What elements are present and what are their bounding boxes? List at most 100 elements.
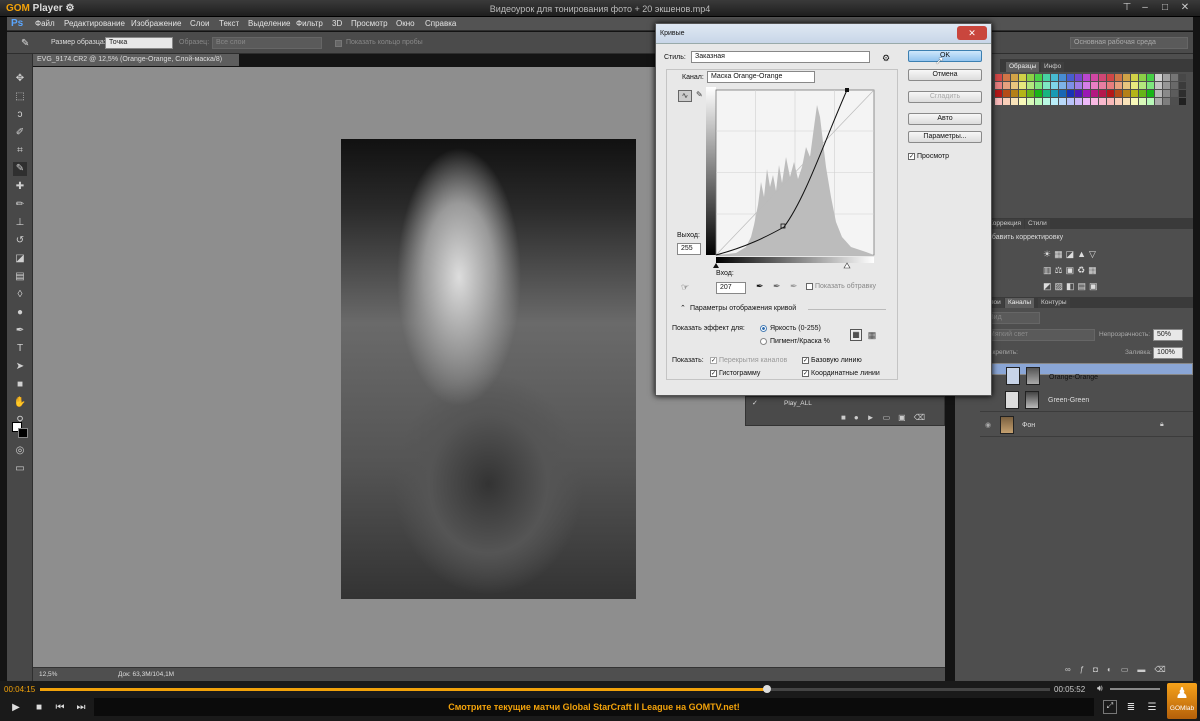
background-color-swatch[interactable] (18, 428, 28, 438)
path-select-tool-icon[interactable]: ➤ (13, 360, 27, 374)
document-tab[interactable]: EVG_9174.CR2 @ 12,5% (Orange-Orange, Сло… (33, 54, 239, 66)
volume-slider[interactable] (1110, 688, 1160, 690)
channel-select[interactable]: Маска Orange-Orange (707, 71, 815, 83)
swatch[interactable] (1171, 98, 1178, 105)
swatch[interactable] (1131, 74, 1138, 81)
show-clipping-checkbox[interactable] (806, 283, 813, 290)
swatch[interactable] (1043, 98, 1050, 105)
curve-edit-icon[interactable]: ∿ (678, 90, 692, 102)
menu-view[interactable]: Просмотр (351, 19, 388, 28)
eraser-tool-icon[interactable]: ◪ (13, 252, 27, 266)
swatch[interactable] (1003, 90, 1010, 97)
swatch[interactable] (1083, 90, 1090, 97)
swatch[interactable] (1155, 90, 1162, 97)
swatch[interactable] (1035, 98, 1042, 105)
ticker-text[interactable]: Смотрите текущие матчи Global StarCraft … (94, 698, 1094, 716)
swatch[interactable] (1011, 90, 1018, 97)
menu-edit[interactable]: Редактирование (64, 19, 125, 28)
shape-tool-icon[interactable]: ■ (13, 378, 27, 392)
ring-checkbox[interactable] (335, 40, 342, 47)
prev-icon[interactable]: ⏮ (53, 702, 67, 714)
swatch[interactable] (1179, 98, 1186, 105)
swatch[interactable] (1075, 74, 1082, 81)
gray-eyedropper-icon[interactable]: ✒ (773, 281, 781, 292)
layer-row[interactable]: Orange-Orange (980, 363, 1193, 385)
swatch[interactable] (1059, 90, 1066, 97)
swatch[interactable] (1115, 82, 1122, 89)
layer-row[interactable]: Green-Green (980, 388, 1193, 412)
swatch[interactable] (1011, 74, 1018, 81)
input-input[interactable]: 207 (716, 282, 746, 294)
menu-3d[interactable]: 3D (332, 19, 342, 28)
swatch[interactable] (1035, 74, 1042, 81)
swatch[interactable] (1035, 82, 1042, 89)
swatch[interactable] (1075, 90, 1082, 97)
hand-tool-icon[interactable]: ✋ (13, 396, 27, 410)
swatch[interactable] (1179, 82, 1186, 89)
swatch[interactable] (1099, 98, 1106, 105)
blur-tool-icon[interactable]: ◊ (13, 288, 27, 302)
swatch[interactable] (1003, 74, 1010, 81)
tab-swatches[interactable]: Образцы (1006, 62, 1040, 72)
action-controls[interactable]: ■●►▭▣⌫ (841, 413, 933, 422)
minimize-icon[interactable]: – (1138, 2, 1152, 14)
swatch[interactable] (1115, 90, 1122, 97)
swatch[interactable] (1051, 98, 1058, 105)
swatch[interactable] (1059, 82, 1066, 89)
swatch[interactable] (995, 98, 1002, 105)
swatch[interactable] (1099, 90, 1106, 97)
tab-info[interactable]: Инфо (1041, 62, 1065, 72)
swatch[interactable] (1035, 90, 1042, 97)
next-icon[interactable]: ⏭ (74, 702, 88, 714)
fill-input[interactable]: 100% (1153, 347, 1183, 359)
swatch[interactable] (1155, 82, 1162, 89)
swatch[interactable] (1155, 74, 1162, 81)
swatch[interactable] (1051, 82, 1058, 89)
swatch[interactable] (995, 90, 1002, 97)
pin-icon[interactable]: ⊤ (1120, 2, 1134, 14)
menu-help[interactable]: Справка (425, 19, 456, 28)
swatch[interactable] (1043, 82, 1050, 89)
dialog-close-icon[interactable]: ✕ (957, 26, 987, 40)
sample-select[interactable]: Все слои (212, 37, 322, 49)
swatch[interactable] (1027, 82, 1034, 89)
preview-checkbox[interactable]: ✓ (908, 153, 915, 160)
channel-overlays-checkbox[interactable]: ✓ (710, 357, 717, 364)
type-tool-icon[interactable]: T (13, 342, 27, 356)
dodge-tool-icon[interactable]: ● (13, 306, 27, 320)
gradient-tool-icon[interactable]: ▤ (13, 270, 27, 284)
close-icon[interactable]: ✕ (1178, 2, 1192, 14)
swatch[interactable] (1131, 82, 1138, 89)
healing-tool-icon[interactable]: ✚ (13, 180, 27, 194)
brush-tool-icon[interactable]: ✏ (13, 198, 27, 212)
swatch[interactable] (1131, 90, 1138, 97)
layer-kind-filter[interactable]: Вид (985, 312, 1040, 324)
swatch[interactable] (1139, 74, 1146, 81)
swatch[interactable] (1163, 74, 1170, 81)
menu-layers[interactable]: Слои (190, 19, 209, 28)
sample-size-select[interactable]: Точка (105, 37, 173, 49)
volume-icon[interactable]: 🔊︎ (1097, 683, 1103, 694)
tab-paths[interactable]: Контуры (1038, 298, 1070, 308)
curves-graph[interactable] (706, 87, 876, 269)
swatch[interactable] (1123, 74, 1130, 81)
swatch[interactable] (1179, 74, 1186, 81)
menu-filter[interactable]: Фильтр (296, 19, 323, 28)
lasso-tool-icon[interactable]: ↄ (13, 108, 27, 122)
swatch[interactable] (1171, 74, 1178, 81)
baseline-checkbox[interactable]: ✓ (802, 357, 809, 364)
pencil-icon[interactable]: ✎ (696, 90, 706, 102)
swatch[interactable] (1147, 98, 1154, 105)
swatch[interactable] (1123, 82, 1130, 89)
visibility-eye-icon[interactable]: ◉ (985, 421, 991, 429)
swatch[interactable] (1163, 98, 1170, 105)
preset-select[interactable]: Заказная (691, 51, 870, 63)
adjustment-icons[interactable]: ☀▦◪▲▽ ▥⚖▣♻▦ ◩▨◧▤▣ (1043, 246, 1123, 296)
check-mark-icon[interactable]: ✓ (752, 399, 758, 407)
intersection-checkbox[interactable]: ✓ (802, 370, 809, 377)
menu-image[interactable]: Изображение (131, 19, 181, 28)
smooth-button[interactable]: Сгладить (908, 91, 982, 103)
swatch[interactable] (1131, 98, 1138, 105)
ok-button[interactable]: OK (908, 50, 982, 62)
swatch[interactable] (1051, 74, 1058, 81)
